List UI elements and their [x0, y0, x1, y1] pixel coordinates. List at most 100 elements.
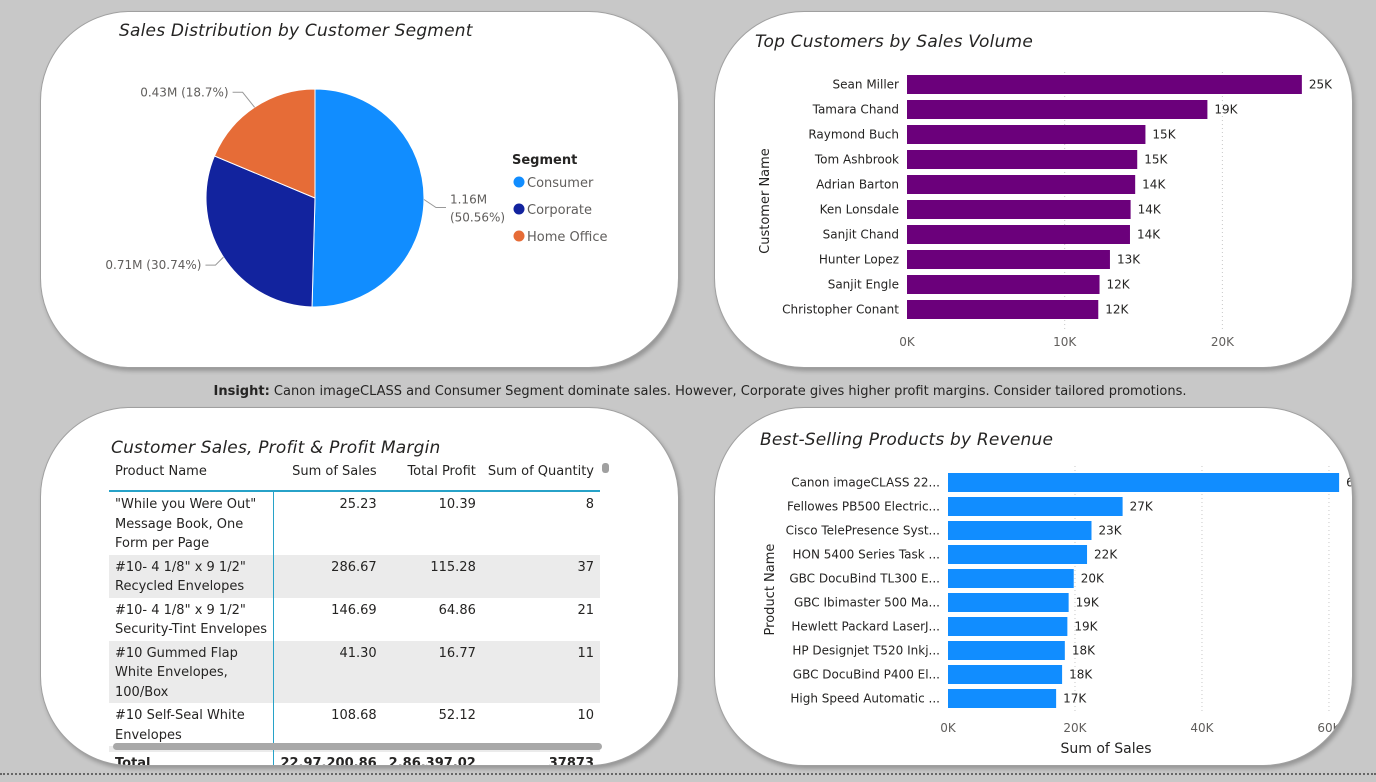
- y-category-label: Raymond Buch: [808, 128, 899, 142]
- bar[interactable]: [948, 521, 1092, 540]
- bar[interactable]: [907, 225, 1130, 244]
- bar-data-label: 14K: [1137, 228, 1161, 242]
- cell-product: #10 Gummed Flap White Envelopes, 100/Box: [109, 640, 275, 703]
- table-vertical-scrollbar-thumb[interactable]: [602, 463, 609, 473]
- bar[interactable]: [948, 569, 1074, 588]
- customers-card: Top Customers by Sales Volume 0K 10K 20K Se…: [714, 11, 1353, 368]
- products-bar-chart[interactable]: 0K 20K 40K 60K Canon imageCLASS 22... 62K Fell…: [715, 408, 1352, 765]
- insight-text: Insight: Canon imageCLASS and Consumer S…: [0, 384, 1376, 399]
- total-sales: 22,97,200.86: [280, 756, 377, 766]
- y-category-label: Hewlett Packard LaserJ...: [791, 620, 940, 634]
- y-category-label: HON 5400 Series Task ...: [793, 548, 941, 562]
- y-category-label: GBC DocuBind TL300 E...: [789, 572, 940, 586]
- bar[interactable]: [948, 617, 1068, 636]
- bar-data-label: 23K: [1098, 524, 1122, 538]
- pie-slice-consumer[interactable]: [311, 88, 425, 308]
- cell-profit: 52.12: [438, 708, 476, 723]
- bar-data-label: 12K: [1107, 278, 1131, 292]
- total-profit: 2,86,397.02: [388, 756, 476, 766]
- pie-legend-title: Segment: [512, 153, 577, 168]
- y-category-label: Ken Lonsdale: [820, 203, 899, 217]
- col-header-product[interactable]: Product Name: [109, 460, 274, 491]
- x-tick-label: 20K: [1063, 721, 1087, 735]
- cell-sales: 25.23: [339, 497, 377, 512]
- bar[interactable]: [907, 275, 1100, 294]
- insight-body: Canon imageCLASS and Consumer Segment do…: [269, 384, 1187, 399]
- bar[interactable]: [948, 497, 1123, 516]
- cell-sales: 146.69: [331, 602, 377, 618]
- bar[interactable]: [948, 545, 1088, 564]
- bar[interactable]: [907, 250, 1110, 269]
- y-category-label: HP Designjet T520 Inkj...: [792, 644, 940, 658]
- table-card: Customer Sales, Profit & Profit Margin P…: [40, 407, 679, 766]
- legend-marker-consumer: [513, 176, 525, 188]
- cell-profit: 64.86: [438, 602, 476, 618]
- table-row[interactable]: #10 Gummed Flap White Envelopes, 100/Box…: [109, 640, 600, 703]
- page-bottom-divider: [0, 773, 1376, 775]
- y-category-label: High Speed Automatic ...: [790, 692, 940, 706]
- products-card: Best-Selling Products by Revenue 0K 20K 40…: [714, 407, 1353, 766]
- table-header-row: Product Name Sum of Sales Total Profit S…: [109, 460, 600, 491]
- table-row[interactable]: #10- 4 1/8" x 9 1/2" Security-Tint Envel…: [109, 597, 600, 641]
- x-tick-label: 0K: [940, 721, 957, 735]
- table-total-row: Total 22,97,200.86 2,86,397.02 37873: [109, 752, 600, 766]
- x-tick-label: 60K: [1317, 721, 1341, 735]
- bar-data-label: 27K: [1130, 500, 1154, 514]
- bar[interactable]: [907, 100, 1208, 119]
- y-category-label: Sean Miller: [833, 78, 900, 92]
- y-axis-title: Customer Name: [758, 148, 773, 254]
- cell-sales: 286.67: [273, 554, 383, 598]
- table-title: Customer Sales, Profit & Profit Margin: [111, 438, 441, 458]
- bar[interactable]: [907, 300, 1099, 319]
- legend-item-corporate[interactable]: Corporate: [527, 203, 592, 218]
- y-category-label: Cisco TelePresence Syst...: [786, 524, 940, 538]
- y-category-label: Fellowes PB500 Electric...: [787, 500, 940, 514]
- col-header-profit[interactable]: Total Profit: [383, 460, 482, 491]
- table-row[interactable]: #10 Self-Seal White Envelopes 108.68 52.…: [109, 703, 600, 746]
- bar-data-label: 19K: [1074, 620, 1098, 634]
- y-category-label: Canon imageCLASS 22...: [791, 476, 940, 490]
- bar-data-label: 14K: [1142, 178, 1166, 192]
- table-horizontal-scrollbar[interactable]: [113, 743, 602, 750]
- cell-quantity: 11: [481, 640, 600, 703]
- bar[interactable]: [907, 175, 1136, 194]
- pie-card: Sales Distribution by Customer Segment 1…: [40, 11, 679, 368]
- bar[interactable]: [907, 150, 1138, 169]
- col-header-quantity[interactable]: Sum of Quantity: [482, 460, 600, 491]
- bar-data-label: 14K: [1138, 203, 1162, 217]
- bar[interactable]: [948, 689, 1057, 708]
- table-row[interactable]: #10- 4 1/8" x 9 1/2" Recycled Envelopes …: [109, 554, 600, 598]
- col-header-sales[interactable]: Sum of Sales: [274, 460, 383, 491]
- bar[interactable]: [907, 125, 1146, 144]
- pie-data-label: 1.16M (50.56%): [450, 192, 505, 224]
- cell-quantity: 8: [585, 497, 594, 512]
- customers-bar-chart[interactable]: 0K 10K 20K Sean Miller 25K Tamara Chand 19K Ray…: [715, 12, 1352, 367]
- bar[interactable]: [907, 75, 1302, 94]
- y-axis-title: Product Name: [763, 544, 778, 636]
- bar[interactable]: [948, 665, 1063, 684]
- bar[interactable]: [948, 593, 1069, 612]
- y-category-label: Sanjit Chand: [823, 228, 899, 242]
- insight-label: Insight:: [213, 384, 270, 399]
- bar-data-label: 25K: [1309, 78, 1333, 92]
- pie-data-label: 0.43M (18.7%): [140, 85, 228, 99]
- cell-product: "While you Were Out" Message Book, One F…: [109, 491, 275, 555]
- legend-item-consumer[interactable]: Consumer: [527, 176, 594, 191]
- y-category-label: Tamara Chand: [812, 103, 899, 117]
- bar[interactable]: [948, 641, 1065, 660]
- bar-data-label: 22K: [1094, 548, 1118, 562]
- legend-item-home-office[interactable]: Home Office: [527, 230, 607, 245]
- cell-profit: 10.39: [438, 497, 476, 512]
- table-row[interactable]: "While you Were Out" Message Book, One F…: [109, 491, 600, 555]
- pie-chart[interactable]: 1.16M (50.56%) 0.71M (30.74%) 0.43M (18.7%)…: [41, 12, 678, 367]
- bar-data-label: 19K: [1214, 103, 1238, 117]
- cell-sales: 41.30: [273, 640, 383, 703]
- bar-data-label: 15K: [1152, 128, 1176, 142]
- bar[interactable]: [948, 473, 1340, 492]
- bar-data-label: 17K: [1063, 692, 1087, 706]
- total-quantity: 37873: [548, 756, 594, 766]
- bar[interactable]: [907, 200, 1131, 219]
- bar-data-label: 15K: [1144, 153, 1168, 167]
- sales-table[interactable]: Product Name Sum of Sales Total Profit S…: [109, 460, 600, 766]
- bar-data-label: 20K: [1081, 572, 1105, 586]
